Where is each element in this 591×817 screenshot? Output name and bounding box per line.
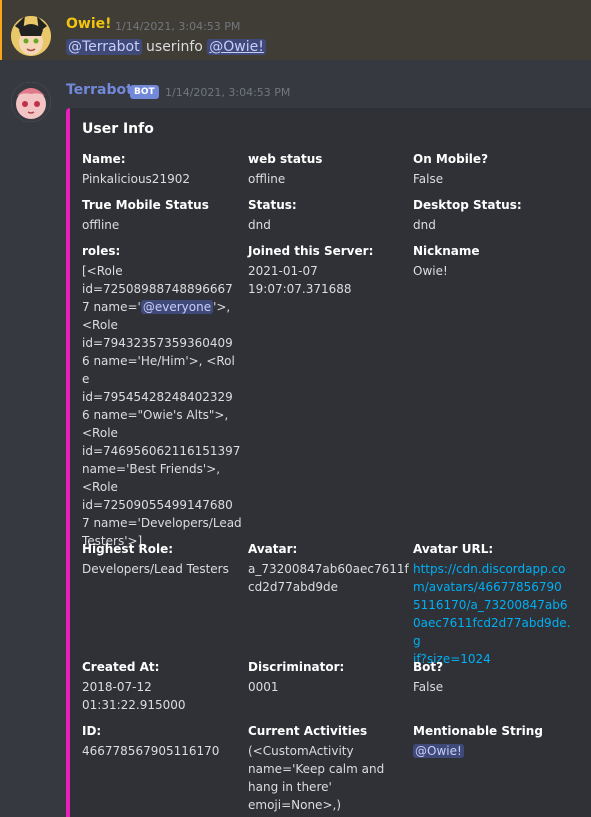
field-name: Joined this Server: xyxy=(248,244,374,258)
field-name: True Mobile Status xyxy=(82,198,209,212)
author-name-owie[interactable]: Owie! xyxy=(66,16,112,32)
field-value: a_73200847ab60aec7611f cd2d77abd9de xyxy=(248,562,409,594)
bot-badge: BOT xyxy=(130,85,159,99)
field-value: dnd xyxy=(248,218,271,232)
field-name: Avatar: xyxy=(248,542,298,556)
field-value: Pinkalicious21902 xyxy=(82,172,190,186)
field-value: offline xyxy=(248,172,286,186)
message-content: @Terrabot userinfo @Owie! xyxy=(66,39,266,55)
field-name: web status xyxy=(248,152,323,166)
mention-owie-string[interactable]: @Owie! xyxy=(413,744,464,758)
field-value: dnd xyxy=(413,218,436,232)
field-name: Current Activities xyxy=(248,724,368,738)
message-timestamp: 1/14/2021, 3:04:53 PM xyxy=(115,20,241,33)
field-name: Nickname xyxy=(413,244,480,258)
avatar-owie[interactable] xyxy=(11,16,51,56)
field-value-roles: [<Role id=72508988748896667 7 name=' @eve… xyxy=(82,262,242,550)
command-text: userinfo xyxy=(141,39,208,55)
field-name: Mentionable String xyxy=(413,724,543,738)
field-name: Status: xyxy=(248,198,297,212)
field-name: Bot? xyxy=(413,660,444,674)
avatar-url-link[interactable]: https://cdn.discordapp.co m/avatars/4667… xyxy=(413,560,578,668)
avatar-terrabot[interactable] xyxy=(11,82,51,122)
field-name: Desktop Status: xyxy=(413,198,522,212)
field-value-mention: @Owie! xyxy=(413,742,573,760)
field-name: Highest Role: xyxy=(82,542,174,556)
field-name: ID: xyxy=(82,724,102,738)
field-value: Owie! xyxy=(413,264,448,278)
field-value: 0001 xyxy=(248,680,279,694)
field-name: Created At: xyxy=(82,660,160,674)
field-value: 466778567905116170 xyxy=(82,744,220,758)
field-value: 2021-01-07 19:07:07.371688 xyxy=(248,264,352,296)
mention-everyone[interactable]: @everyone xyxy=(140,300,214,314)
author-name-terrabot[interactable]: Terrabot xyxy=(66,82,133,98)
message-timestamp: 1/14/2021, 3:04:53 PM xyxy=(165,86,291,99)
embed-title: User Info xyxy=(82,121,154,137)
mention-terrabot[interactable]: @Terrabot xyxy=(66,39,142,55)
mention-highlight-bar xyxy=(0,0,2,60)
field-name: Avatar URL: xyxy=(413,542,494,556)
field-value: (<CustomActivity name='Keep calm and han… xyxy=(248,744,385,812)
field-name: Name: xyxy=(82,152,126,166)
field-value: 2018-07-12 01:31:22.915000 xyxy=(82,680,186,712)
field-name: roles: xyxy=(82,244,121,258)
field-value: Developers/Lead Testers xyxy=(82,562,229,576)
field-value: offline xyxy=(82,218,120,232)
mention-owie[interactable]: @Owie! xyxy=(207,39,266,55)
field-value: False xyxy=(413,680,444,694)
field-name: Discriminator: xyxy=(248,660,345,674)
roles-text-post: '>, <Role id=79432357359360409 6 name='H… xyxy=(82,300,242,548)
field-value: False xyxy=(413,172,444,186)
field-name: On Mobile? xyxy=(413,152,489,166)
